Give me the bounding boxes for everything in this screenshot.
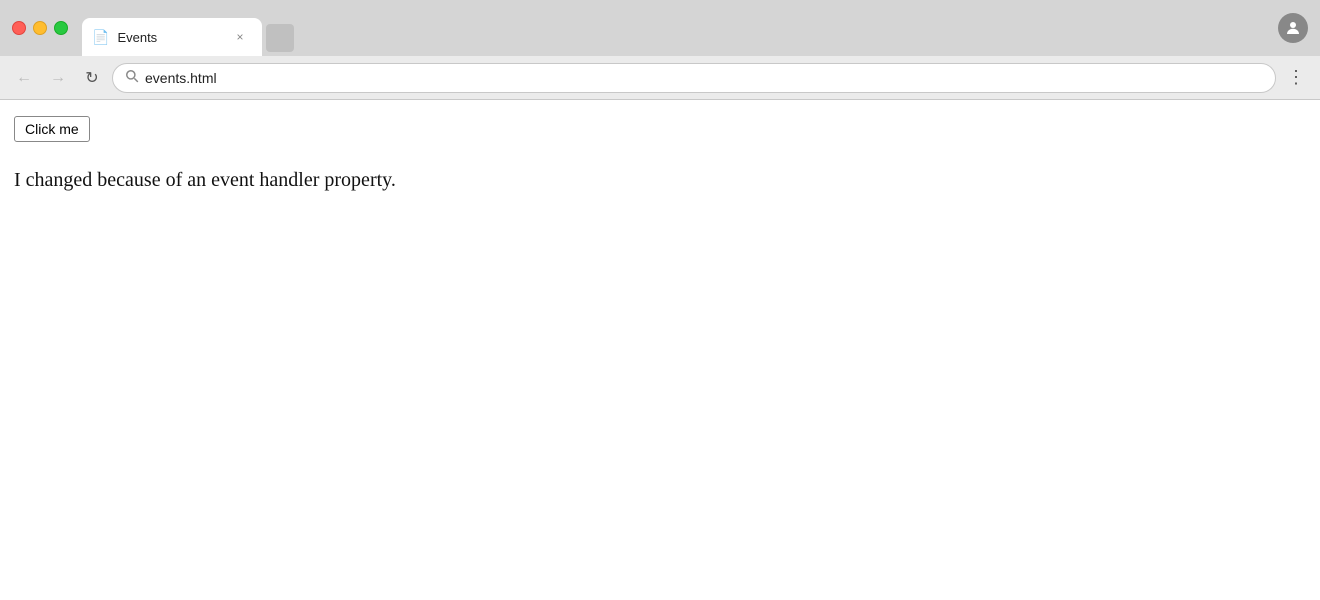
back-button[interactable]: ← xyxy=(10,64,38,92)
close-button[interactable] xyxy=(12,21,26,35)
toolbar: ← → ↻ ⋮ xyxy=(0,56,1320,100)
reload-button[interactable]: ↻ xyxy=(78,64,106,92)
tab-document-icon: 📄 xyxy=(92,29,109,46)
tab-area: 📄 Events × xyxy=(82,0,1270,56)
menu-button[interactable]: ⋮ xyxy=(1282,64,1310,92)
page-body-text: I changed because of an event handler pr… xyxy=(14,166,1306,194)
traffic-lights xyxy=(12,21,68,35)
titlebar: 📄 Events × xyxy=(0,0,1320,56)
click-me-button[interactable]: Click me xyxy=(14,116,90,142)
page-content: Click me I changed because of an event h… xyxy=(0,100,1320,600)
forward-button[interactable]: → xyxy=(44,64,72,92)
tab-close-button[interactable]: × xyxy=(232,29,248,45)
back-icon: ← xyxy=(16,69,32,87)
reload-icon: ↻ xyxy=(85,68,98,88)
more-options-icon: ⋮ xyxy=(1287,67,1305,88)
active-tab[interactable]: 📄 Events × xyxy=(82,18,262,56)
address-bar[interactable] xyxy=(112,63,1276,93)
forward-icon: → xyxy=(50,69,66,87)
profile-icon[interactable] xyxy=(1278,13,1308,43)
minimize-button[interactable] xyxy=(33,21,47,35)
tab-title: Events xyxy=(117,30,224,45)
new-tab-button[interactable] xyxy=(266,24,294,52)
address-input[interactable] xyxy=(145,70,1263,86)
search-icon xyxy=(125,69,139,86)
maximize-button[interactable] xyxy=(54,21,68,35)
